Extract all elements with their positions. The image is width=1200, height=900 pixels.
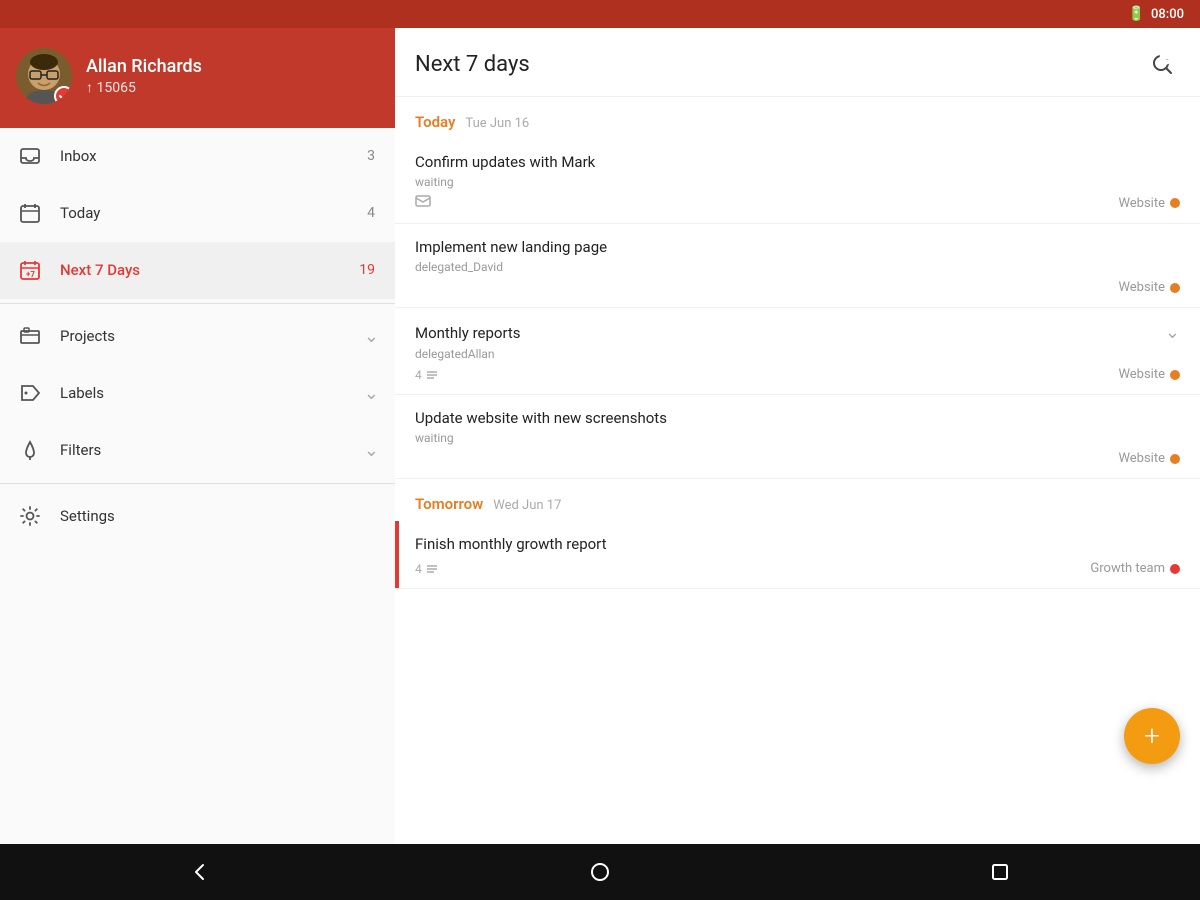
task-meta-left-5: 4 — [415, 562, 439, 576]
fab-plus-icon: + — [1144, 722, 1160, 750]
today-icon — [16, 199, 44, 227]
sidebar-item-filters[interactable]: Filters ⌄ — [0, 422, 395, 479]
labels-icon — [16, 379, 44, 407]
sidebar-label-labels: Labels — [60, 384, 360, 402]
notification-bell-icon[interactable] — [1154, 47, 1180, 72]
task-subtitle-3: delegatedAllan — [415, 347, 1180, 361]
task-title-5: Finish monthly growth report — [415, 535, 1180, 553]
projects-chevron-icon: ⌄ — [364, 326, 379, 347]
task-count-5: 4 — [415, 562, 439, 576]
status-time: 08:00 — [1151, 7, 1184, 22]
project-dot-1 — [1170, 198, 1180, 208]
user-info: Allan Richards ↑ 15065 — [86, 56, 202, 96]
task-subtitle-4: waiting — [415, 431, 1180, 445]
filters-icon — [16, 436, 44, 464]
task-meta-left-3: 4 — [415, 368, 439, 382]
task-item-landing-page[interactable]: Implement new landing page delegated_Dav… — [395, 224, 1200, 308]
task-meta-1: Website — [415, 195, 1180, 211]
task-project-3: Website — [1118, 367, 1180, 382]
section-today-label: Today — [415, 113, 455, 131]
task-panel: Next 7 days Today Tue Jun 16 — [395, 28, 1200, 844]
check-badge — [54, 86, 72, 104]
projects-icon — [16, 322, 44, 350]
task-count-3: 4 — [415, 368, 439, 382]
sidebar-item-inbox[interactable]: Inbox 3 — [0, 128, 395, 185]
back-button[interactable] — [170, 852, 230, 892]
sidebar-item-today[interactable]: Today 4 — [0, 185, 395, 242]
task-subtitle-1: waiting — [415, 175, 1180, 189]
sidebar-label-projects: Projects — [60, 327, 360, 345]
right-panel: Next 7 days Today Tue Jun 16 — [395, 28, 1200, 844]
section-tomorrow-date: Wed Jun 17 — [493, 498, 561, 513]
sidebar-item-labels[interactable]: Labels ⌄ — [0, 365, 395, 422]
sidebar-item-settings[interactable]: Settings — [0, 488, 395, 545]
project-dot-4 — [1170, 454, 1180, 464]
filters-chevron-icon: ⌄ — [364, 440, 379, 461]
sidebar-label-next7days: Next 7 Days — [60, 261, 359, 279]
task-subtitle-2: delegated_David — [415, 260, 1180, 274]
sidebar-count-next7days: 19 — [359, 262, 375, 278]
notification-area — [1154, 40, 1180, 72]
task-meta-3: 4 Website — [415, 367, 1180, 382]
user-karma: ↑ 15065 — [86, 79, 202, 96]
sidebar-label-filters: Filters — [60, 441, 360, 459]
task-title-2: Implement new landing page — [415, 238, 1180, 256]
settings-icon — [16, 502, 44, 530]
task-title-3: Monthly reports ⌄ — [415, 322, 1180, 343]
task-panel-header: Next 7 days — [395, 28, 1200, 97]
status-bar: 🔋 08:00 — [0, 0, 1200, 28]
section-today: Today Tue Jun 16 — [395, 97, 1200, 139]
divider-1 — [0, 303, 395, 304]
task-meta-left-1 — [415, 195, 431, 211]
sidebar-item-projects[interactable]: Projects ⌄ — [0, 308, 395, 365]
labels-chevron-icon: ⌄ — [364, 383, 379, 404]
sidebar-nav: Inbox 3 Today 4 — [0, 128, 395, 844]
task-item-monthly-reports[interactable]: Monthly reports ⌄ delegatedAllan 4 — [395, 308, 1200, 395]
home-button[interactable] — [570, 852, 630, 892]
section-tomorrow-label: Tomorrow — [415, 495, 483, 513]
task-meta-2: Website — [415, 280, 1180, 295]
inbox-icon — [16, 142, 44, 170]
sidebar-count-today: 4 — [367, 205, 375, 221]
task-panel-title: Next 7 days — [415, 52, 1144, 77]
add-task-fab[interactable]: + — [1124, 708, 1180, 764]
task-project-1: Website — [1118, 196, 1180, 211]
task-project-5: Growth team — [1090, 561, 1180, 576]
task-meta-5: 4 Growth team — [415, 561, 1180, 576]
user-header: Allan Richards ↑ 15065 — [0, 28, 395, 128]
divider-2 — [0, 483, 395, 484]
sidebar-label-inbox: Inbox — [60, 147, 367, 165]
main-area: Allan Richards ↑ 15065 Inbox 3 — [0, 28, 1200, 844]
sidebar-label-settings: Settings — [60, 507, 379, 525]
sidebar: Allan Richards ↑ 15065 Inbox 3 — [0, 28, 395, 844]
section-tomorrow: Tomorrow Wed Jun 17 — [395, 479, 1200, 521]
project-dot-2 — [1170, 283, 1180, 293]
task-item-confirm-updates[interactable]: Confirm updates with Mark waiting — [395, 139, 1200, 224]
email-icon-1 — [415, 195, 431, 211]
svg-text:+7: +7 — [26, 270, 35, 279]
section-today-date: Tue Jun 16 — [465, 116, 529, 131]
task-project-4: Website — [1118, 451, 1180, 466]
sidebar-count-inbox: 3 — [367, 148, 375, 164]
sidebar-item-next7days[interactable]: +7 Next 7 Days 19 — [0, 242, 395, 299]
project-dot-5 — [1170, 564, 1180, 574]
avatar — [16, 48, 72, 104]
user-name: Allan Richards — [86, 56, 202, 77]
task-item-screenshots[interactable]: Update website with new screenshots wait… — [395, 395, 1200, 479]
task-title-1: Confirm updates with Mark — [415, 153, 1180, 171]
battery-icon: 🔋 — [1128, 6, 1145, 22]
task-title-4: Update website with new screenshots — [415, 409, 1180, 427]
bottom-navigation-bar — [0, 844, 1200, 900]
task-expand-icon-3[interactable]: ⌄ — [1165, 322, 1180, 343]
task-meta-4: Website — [415, 451, 1180, 466]
task-item-growth-report[interactable]: Finish monthly growth report 4 — [395, 521, 1200, 589]
project-dot-3 — [1170, 370, 1180, 380]
next7days-icon: +7 — [16, 256, 44, 284]
task-list: Today Tue Jun 16 Confirm updates with Ma… — [395, 97, 1200, 844]
task-project-2: Website — [1118, 280, 1180, 295]
sidebar-label-today: Today — [60, 204, 367, 222]
recents-button[interactable] — [970, 852, 1030, 892]
